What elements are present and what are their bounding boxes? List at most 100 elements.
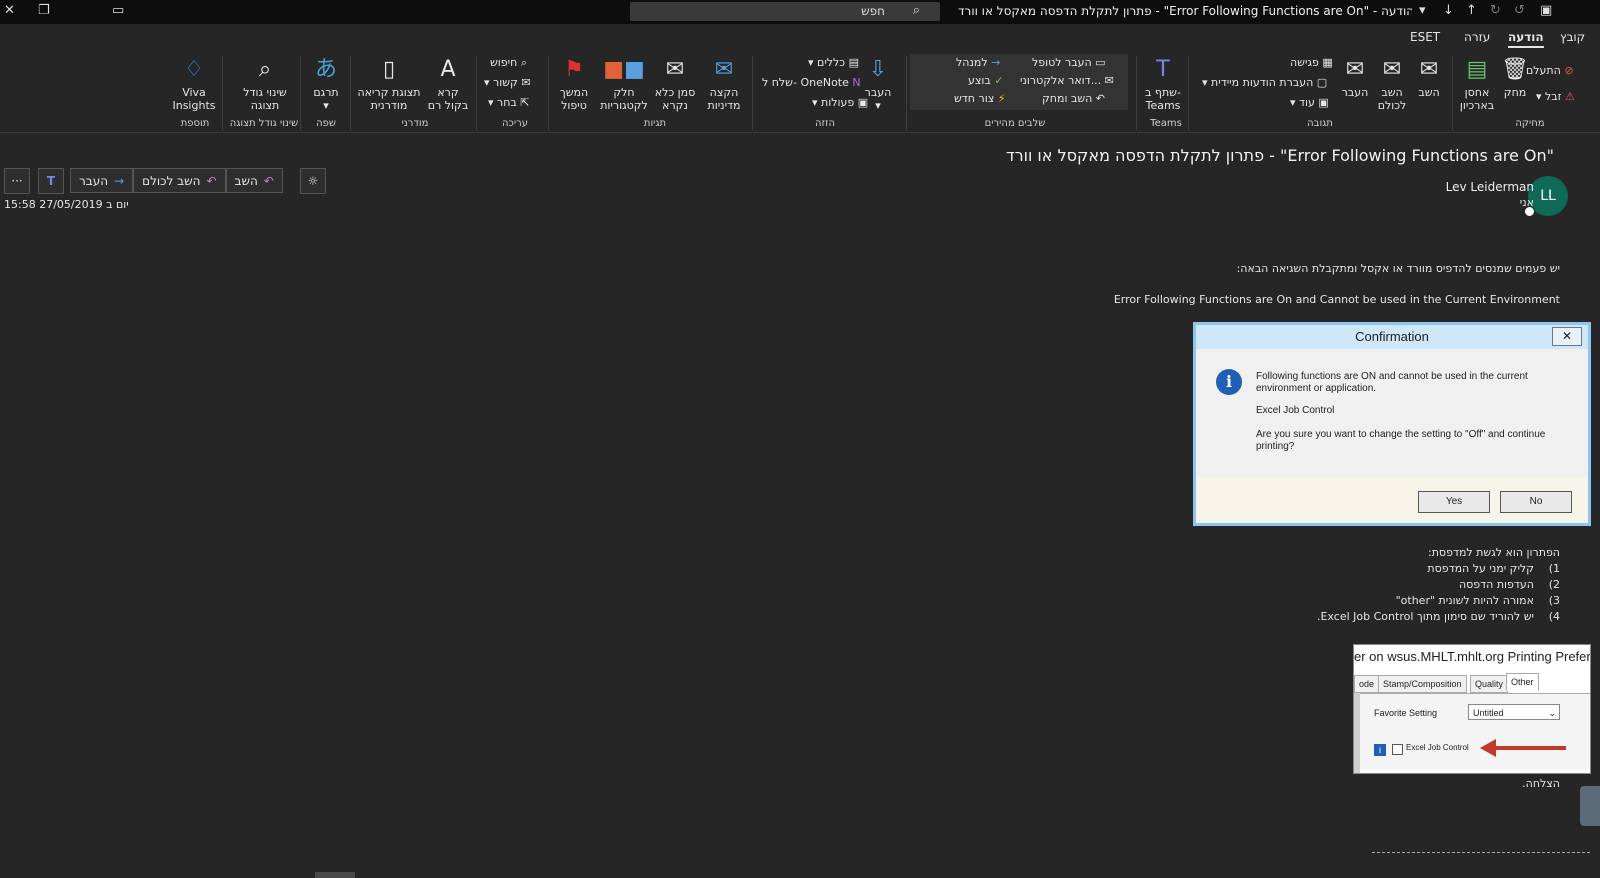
qs-done[interactable]: בוצע ✓ — [968, 74, 1004, 87]
tab-help[interactable]: עזרה — [1464, 30, 1490, 44]
prefs-tab: Quality — [1470, 675, 1509, 693]
list-number: 1) — [1548, 562, 1560, 575]
reply-all-action-button[interactable]: השב לכולם ↶ — [133, 168, 226, 193]
assign-policy-button[interactable]: ✉ הקצה מדיניות — [702, 56, 746, 112]
onenote-button[interactable]: שלח ל- OneNote N — [762, 76, 861, 89]
favorite-setting-label: Favorite Setting — [1374, 708, 1438, 718]
immersive-reader-button[interactable]: ▯ תצוגת קריאה מודרנית — [356, 56, 422, 112]
favorite-setting-select: Untitled ⌄ — [1468, 704, 1560, 720]
dialog-no-button: No — [1500, 491, 1572, 513]
confirmation-dialog-image: Confirmation ✕ i Following functions are… — [1193, 322, 1591, 526]
search-input[interactable]: חפש ⌕ — [630, 2, 940, 21]
ribbon-separator — [1188, 56, 1189, 130]
undo-icon[interactable]: ↺ — [1514, 3, 1525, 18]
find-button[interactable]: חיפוש ⌕ — [490, 56, 527, 70]
im-button[interactable]: ▾ העברת הודעות מיידית ▢ — [1202, 76, 1327, 89]
reply-all-button[interactable]: ✉ השב לכולם — [1374, 56, 1410, 112]
redo-icon[interactable]: ↻ — [1490, 3, 1501, 18]
teams-chat-button[interactable]: T — [38, 168, 64, 194]
im-label: העברת הודעות מיידית — [1211, 76, 1314, 89]
onenote-icon: N — [852, 76, 861, 89]
follow-up-label: המשך טיפול — [559, 86, 589, 112]
junk-label: זבל — [1545, 90, 1562, 103]
rules-button[interactable]: ▾ כללים ▤ — [808, 56, 859, 69]
reply-button[interactable]: ✉ השב — [1412, 56, 1446, 99]
rules-label: כללים — [817, 56, 846, 69]
restore-icon[interactable]: ❐ — [38, 3, 50, 18]
side-panel-tab[interactable] — [1580, 786, 1600, 826]
junk-button[interactable]: ▾ זבל ⚠ — [1536, 90, 1575, 103]
ribbon-separator — [476, 56, 477, 130]
unread-icon: ✉ — [665, 57, 685, 82]
customize-toolbar-icon[interactable]: ▾ — [1419, 3, 1426, 18]
categorize-button[interactable]: ■■ חלק לקטגוריות — [598, 56, 650, 112]
forward-label: העבר — [1341, 86, 1369, 99]
junk-icon: ⚠ — [1564, 90, 1575, 103]
actions-button[interactable]: ▾ פעולות ▣ — [812, 96, 868, 109]
read-aloud-icon: A — [440, 57, 456, 82]
tab-eset[interactable]: ESET — [1410, 30, 1440, 44]
info-icon: i — [1216, 369, 1242, 395]
save-icon[interactable]: ▣ — [1540, 3, 1552, 18]
forward-button[interactable]: ✉ העבר — [1338, 56, 1372, 99]
list-item: 1) קליק ימני על המדפסת — [1427, 562, 1560, 575]
read-aloud-button[interactable]: A קרא בקול רם — [424, 56, 472, 112]
list-text: קליק ימני על המדפסת — [1427, 562, 1534, 575]
more-respond-button[interactable]: ▾ עוד ▣ — [1290, 96, 1329, 109]
rules-icon: ▤ — [848, 56, 860, 69]
printing-preferences-image: er on wsus.MHLT.mhlt.org Printing Prefer… — [1353, 644, 1591, 774]
more-actions-button[interactable]: ··· — [4, 168, 30, 194]
forward-action-button[interactable]: העבר → — [70, 168, 134, 193]
dialog-line1: Following functions are ON and cannot be… — [1256, 371, 1528, 394]
archive-button[interactable]: ▤ אחסן בארכיון — [1456, 56, 1498, 112]
excel-job-control-checkbox — [1392, 744, 1403, 755]
ribbon-separator — [752, 56, 753, 130]
reply-all-icon: ✉ — [1382, 57, 1402, 82]
categorize-icon: ■■ — [603, 57, 645, 82]
tab-file[interactable]: קובץ — [1560, 30, 1585, 44]
qs-create-new[interactable]: צור חדש ⚡ — [954, 92, 1005, 105]
qs-reply-delete[interactable]: השב ומחק ↶ — [1042, 92, 1105, 105]
reply-action-button[interactable]: השב ↶ — [225, 168, 283, 193]
forward-arrow-icon: → — [114, 173, 125, 188]
select-button[interactable]: ▾ בחר ⇱ — [488, 96, 530, 109]
message-actions: העבר → השב לכולם ↶ השב ↶ — [70, 168, 283, 193]
previous-item-icon[interactable]: ↑ — [1466, 3, 1477, 18]
qs-to-mgr2[interactable]: למנהל → — [956, 56, 1000, 69]
list-text: אמורה להיות לשונית "other" — [1395, 594, 1534, 607]
title-bar: ✕ ❐ ▭ חפש ⌕ פתרון לתקלת הדפסה מאקסל או ו… — [0, 0, 1600, 24]
excel-job-control-label: Excel Job Control — [1406, 743, 1469, 752]
move-icon: ⇩ — [868, 57, 888, 82]
recipient: אני — [1519, 196, 1534, 209]
translate-button[interactable]: あ תרגם ▾ — [306, 56, 346, 112]
read-aloud-label: קרא בקול רם — [427, 86, 469, 112]
brightness-toggle-button[interactable]: ☼ — [300, 168, 326, 194]
minimize-icon[interactable]: ▭ — [112, 3, 124, 18]
message-date: יום ב 27/05/2019 15:58 — [4, 198, 129, 211]
follow-up-button[interactable]: ⚑ המשך טיפול — [552, 56, 596, 112]
meeting-button[interactable]: פגישה ▦ — [1290, 56, 1333, 69]
related-button[interactable]: ▾ קשור ✉ — [484, 76, 531, 89]
reply-all-arrow-icon: ↶ — [206, 173, 217, 188]
ribbon: התעלם ⊘ ▾ זבל ⚠ 🗑 מחק ▤ אחסן בארכיון מחיקה… — [0, 50, 1600, 133]
delete-button[interactable]: 🗑 מחק — [1500, 56, 1530, 99]
zoom-button[interactable]: ⌕ שינוי גודל תצוגה — [236, 56, 294, 112]
close-icon[interactable]: ✕ — [4, 3, 15, 18]
next-item-icon[interactable]: ↓ — [1443, 3, 1454, 18]
tab-message[interactable]: הודעה — [1508, 30, 1544, 48]
qs-to-manager[interactable]: העבר לטופל ▭ — [1032, 56, 1106, 69]
ribbon-separator — [350, 56, 351, 130]
share-teams-button[interactable]: T שתף ב- Teams — [1142, 56, 1184, 112]
reply-label: השב — [1418, 86, 1440, 99]
group-move-label: הזזה — [815, 118, 835, 129]
sender-name[interactable]: Lev Leiderman — [1446, 180, 1534, 194]
quick-steps-gallery[interactable]: העבר לטופל ▭ דואר אלקטרוני... ✉ השב ומחק… — [910, 54, 1128, 110]
more-icon: ▣ — [1318, 96, 1329, 109]
viva-insights-button[interactable]: ♢ Viva Insights — [172, 56, 216, 112]
list-number: 2) — [1548, 578, 1560, 591]
ignore-button[interactable]: התעלם ⊘ — [1526, 64, 1574, 77]
qs-team-email[interactable]: דואר אלקטרוני... ✉ — [1020, 74, 1114, 87]
horizontal-scrollbar[interactable] — [315, 872, 355, 878]
teams-icon: T — [1156, 57, 1170, 82]
mark-unread-button[interactable]: ✉ סמן כלא נקרא — [652, 56, 698, 112]
